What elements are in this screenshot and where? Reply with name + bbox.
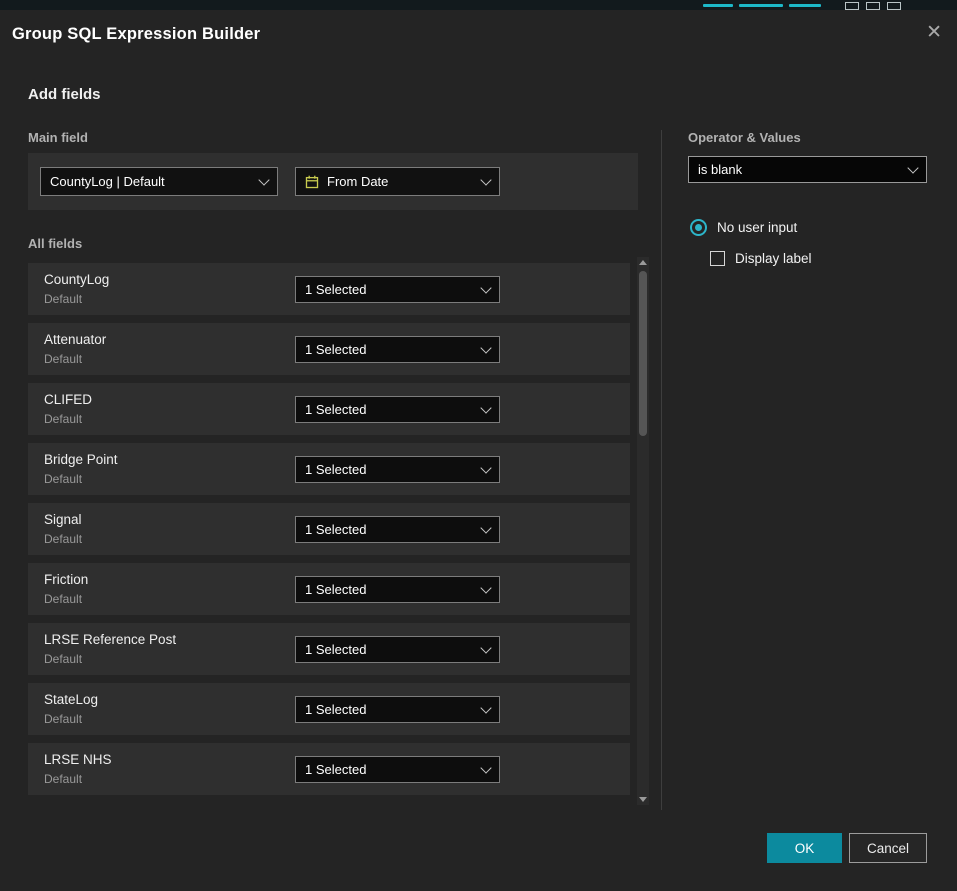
chevron-down-icon [258, 174, 269, 185]
field-row: Signal Default 1 Selected [28, 503, 630, 555]
dialog-title: Group SQL Expression Builder [12, 25, 260, 44]
chevron-down-icon [480, 702, 491, 713]
all-fields-label: All fields [28, 236, 82, 251]
field-name: Friction [44, 572, 88, 587]
field-row: Bridge Point Default 1 Selected [28, 443, 630, 495]
field-name: CountyLog [44, 272, 109, 287]
field-row: CountyLog Default 1 Selected [28, 263, 630, 315]
chevron-down-icon [480, 402, 491, 413]
field-sublabel: Default [44, 292, 82, 306]
main-field-dropdown[interactable]: From Date [295, 167, 500, 196]
field-sublabel: Default [44, 652, 82, 666]
scrollbar-thumb[interactable] [639, 271, 647, 436]
field-sublabel: Default [44, 532, 82, 546]
selected-count-label: 1 Selected [305, 402, 366, 417]
field-sublabel: Default [44, 472, 82, 486]
field-selected-dropdown[interactable]: 1 Selected [295, 576, 500, 603]
operator-dropdown[interactable]: is blank [688, 156, 927, 183]
field-row: Attenuator Default 1 Selected [28, 323, 630, 375]
field-row: Friction Default 1 Selected [28, 563, 630, 615]
close-icon[interactable]: ✕ [926, 23, 942, 42]
selected-count-label: 1 Selected [305, 522, 366, 537]
chevron-down-icon [907, 162, 918, 173]
field-name: LRSE Reference Post [44, 632, 176, 647]
chevron-down-icon [480, 642, 491, 653]
vertical-divider [661, 130, 662, 810]
operator-values-panel: Operator & Values is blank No user input… [688, 130, 927, 145]
display-label-checkbox[interactable]: Display label [710, 251, 812, 266]
field-name: Signal [44, 512, 82, 527]
chevron-down-icon [480, 342, 491, 353]
chevron-down-icon [480, 462, 491, 473]
selected-count-label: 1 Selected [305, 642, 366, 657]
selected-count-label: 1 Selected [305, 462, 366, 477]
field-sublabel: Default [44, 592, 82, 606]
main-field-panel: CountyLog | Default From Date [28, 153, 638, 210]
field-row: LRSE Reference Post Default 1 Selected [28, 623, 630, 675]
chevron-down-icon [480, 762, 491, 773]
chevron-down-icon [480, 582, 491, 593]
field-sublabel: Default [44, 712, 82, 726]
ok-button[interactable]: OK [767, 833, 842, 863]
operator-values-label: Operator & Values [688, 130, 927, 145]
vertical-scrollbar[interactable] [637, 257, 649, 805]
field-name: Bridge Point [44, 452, 118, 467]
cancel-button[interactable]: Cancel [849, 833, 927, 863]
sql-expression-builder-dialog: Group SQL Expression Builder ✕ Add field… [0, 10, 957, 891]
main-field-dropdown-value: From Date [327, 174, 388, 189]
chevron-down-icon [480, 174, 491, 185]
field-selected-dropdown[interactable]: 1 Selected [295, 396, 500, 423]
layer-dropdown[interactable]: CountyLog | Default [40, 167, 278, 196]
background-app-strip [0, 0, 957, 10]
all-fields-list: CountyLog Default 1 Selected Attenuator … [28, 263, 630, 803]
selected-count-label: 1 Selected [305, 762, 366, 777]
field-selected-dropdown[interactable]: 1 Selected [295, 636, 500, 663]
field-selected-dropdown[interactable]: 1 Selected [295, 756, 500, 783]
no-user-input-label: No user input [717, 220, 797, 235]
field-name: CLIFED [44, 392, 92, 407]
field-selected-dropdown[interactable]: 1 Selected [295, 336, 500, 363]
background-toolbar-icon [866, 2, 880, 10]
chevron-down-icon [480, 522, 491, 533]
calendar-icon [305, 175, 319, 189]
selected-count-label: 1 Selected [305, 342, 366, 357]
field-row: LRSE NHS Default 1 Selected [28, 743, 630, 795]
field-name: StateLog [44, 692, 98, 707]
selected-count-label: 1 Selected [305, 702, 366, 717]
field-selected-dropdown[interactable]: 1 Selected [295, 276, 500, 303]
selected-count-label: 1 Selected [305, 582, 366, 597]
layer-dropdown-value: CountyLog | Default [50, 174, 165, 189]
background-toolbar-icon [845, 2, 859, 10]
field-row: CLIFED Default 1 Selected [28, 383, 630, 435]
field-row: StateLog Default 1 Selected [28, 683, 630, 735]
operator-dropdown-value: is blank [698, 162, 742, 177]
selected-count-label: 1 Selected [305, 282, 366, 297]
background-link-fragment [739, 4, 783, 7]
background-toolbar-icon [887, 2, 901, 10]
field-name: LRSE NHS [44, 752, 112, 767]
radio-selected-icon [690, 219, 707, 236]
field-sublabel: Default [44, 352, 82, 366]
field-selected-dropdown[interactable]: 1 Selected [295, 456, 500, 483]
scroll-down-icon[interactable] [639, 797, 647, 802]
chevron-down-icon [480, 282, 491, 293]
background-link-fragment [789, 4, 821, 7]
field-name: Attenuator [44, 332, 106, 347]
checkbox-unchecked-icon [710, 251, 725, 266]
scroll-up-icon[interactable] [639, 260, 647, 265]
field-selected-dropdown[interactable]: 1 Selected [295, 696, 500, 723]
field-sublabel: Default [44, 772, 82, 786]
field-selected-dropdown[interactable]: 1 Selected [295, 516, 500, 543]
display-label-text: Display label [735, 251, 812, 266]
background-link-fragment [703, 4, 733, 7]
no-user-input-radio[interactable]: No user input [690, 219, 797, 236]
field-sublabel: Default [44, 412, 82, 426]
main-field-label: Main field [28, 130, 88, 145]
section-heading-add-fields: Add fields [28, 86, 101, 103]
